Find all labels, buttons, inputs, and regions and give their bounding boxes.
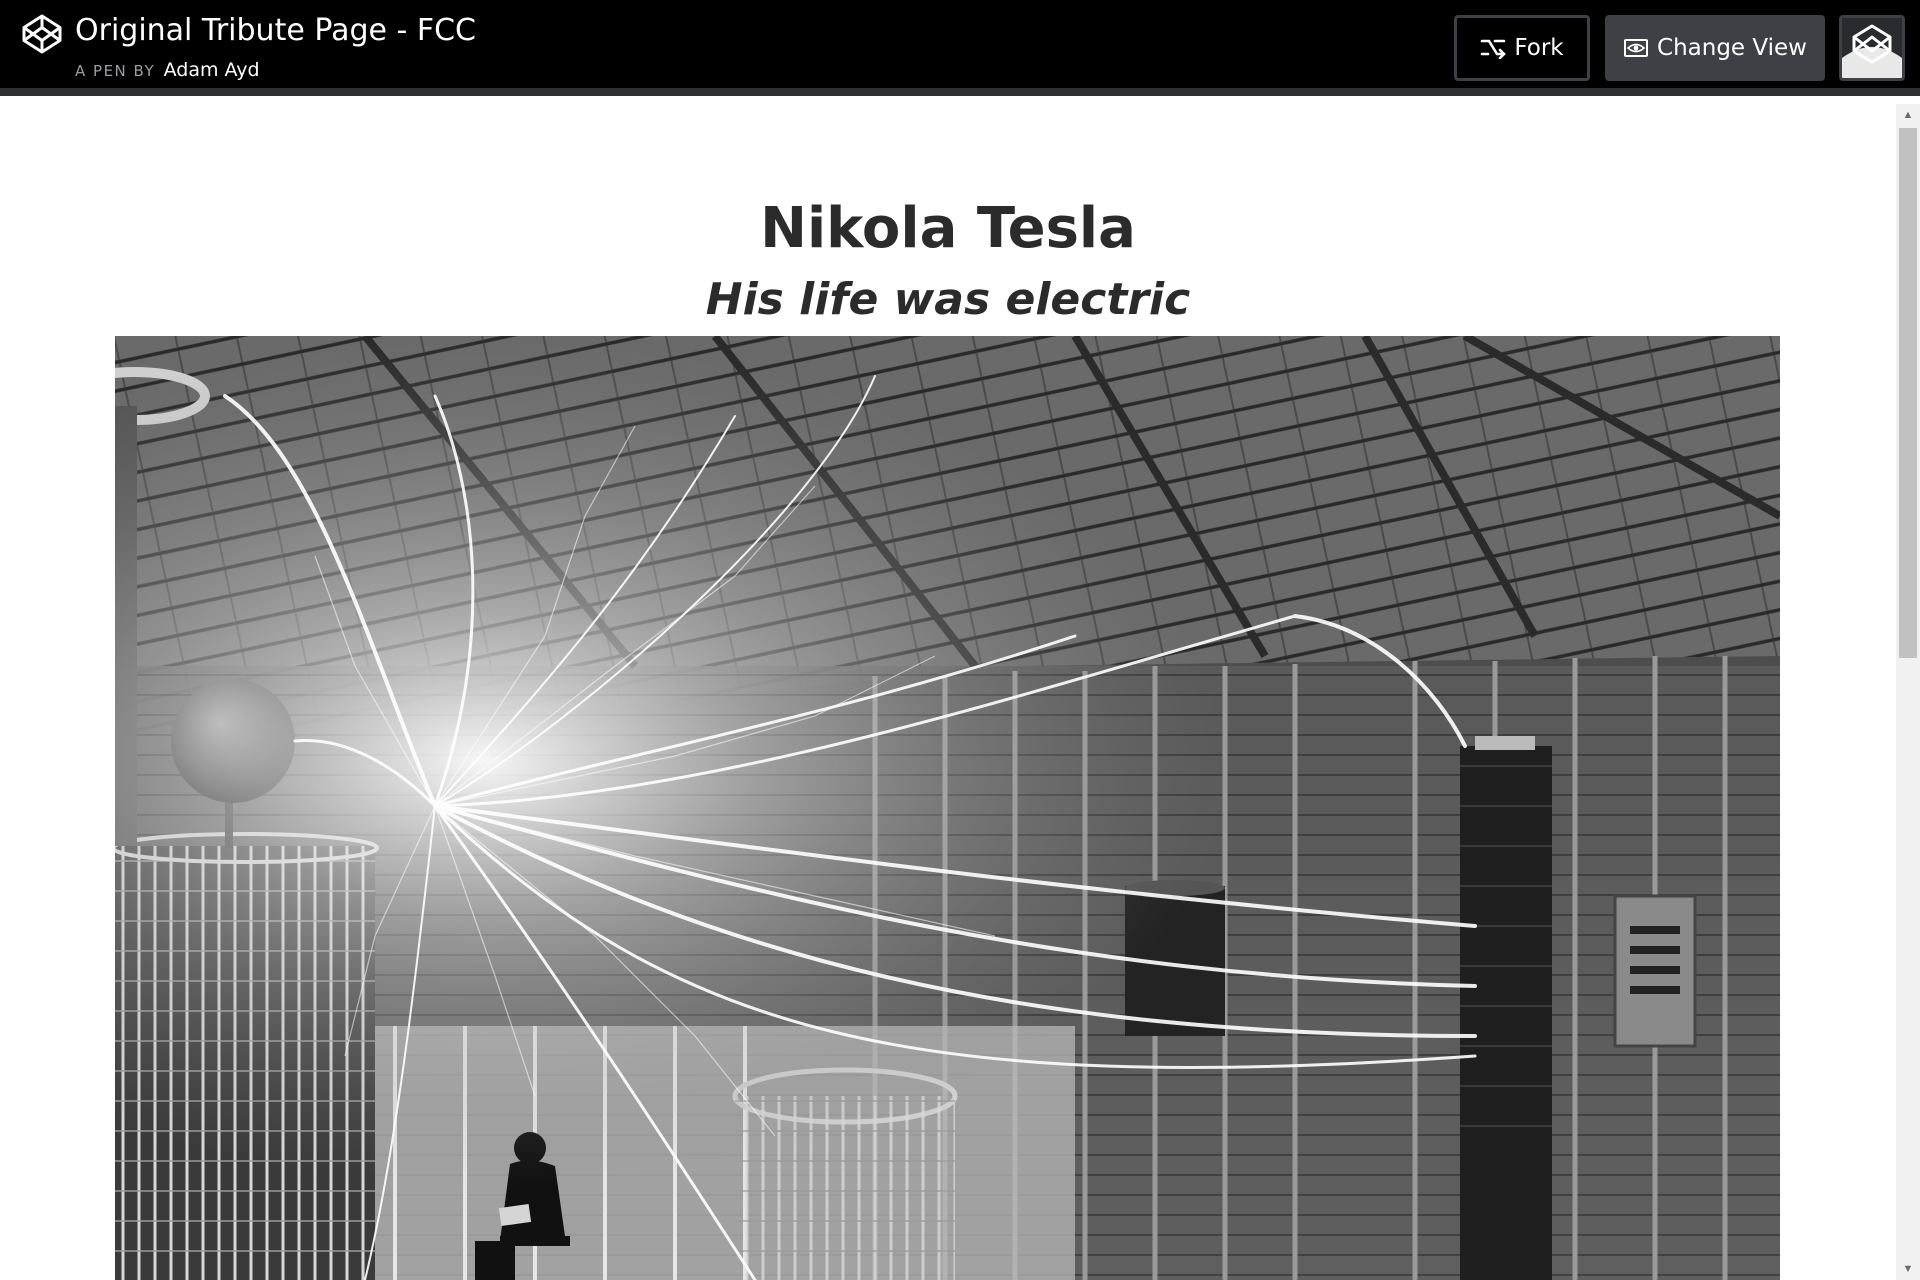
- tesla-lab-illustration: [115, 336, 1780, 1280]
- codepen-header: Original Tribute Page - FCC A PEN BY Ada…: [0, 0, 1920, 96]
- change-view-label: Change View: [1657, 35, 1807, 61]
- scrollbar-thumb[interactable]: [1899, 128, 1917, 658]
- pen-byline: A PEN BY Adam Ayd: [75, 58, 260, 84]
- page-subtitle: His life was electric: [705, 274, 1191, 325]
- codepen-logo-icon[interactable]: [20, 12, 64, 56]
- pen-preview: Nikola Tesla His life was electric: [0, 96, 1896, 1280]
- eye-icon: [1624, 39, 1649, 57]
- fork-button[interactable]: Fork: [1454, 15, 1590, 81]
- byline-prefix: A PEN BY: [75, 62, 156, 80]
- preview-scrollbar[interactable]: ▲ ▼: [1896, 104, 1920, 1280]
- pen-title: Original Tribute Page - FCC: [75, 13, 477, 48]
- fork-icon: [1481, 39, 1507, 59]
- author-link[interactable]: Adam Ayd: [164, 59, 260, 81]
- change-view-button[interactable]: Change View: [1605, 15, 1825, 81]
- scroll-up-arrow-icon[interactable]: ▲: [1896, 104, 1920, 126]
- page-title: Nikola Tesla: [760, 196, 1136, 261]
- avatar-codepen-icon: [1842, 18, 1902, 78]
- fork-label: Fork: [1514, 35, 1564, 61]
- scroll-down-arrow-icon[interactable]: ▼: [1896, 1258, 1920, 1280]
- user-avatar[interactable]: [1839, 15, 1905, 81]
- tesla-lab-photo: [115, 336, 1780, 1280]
